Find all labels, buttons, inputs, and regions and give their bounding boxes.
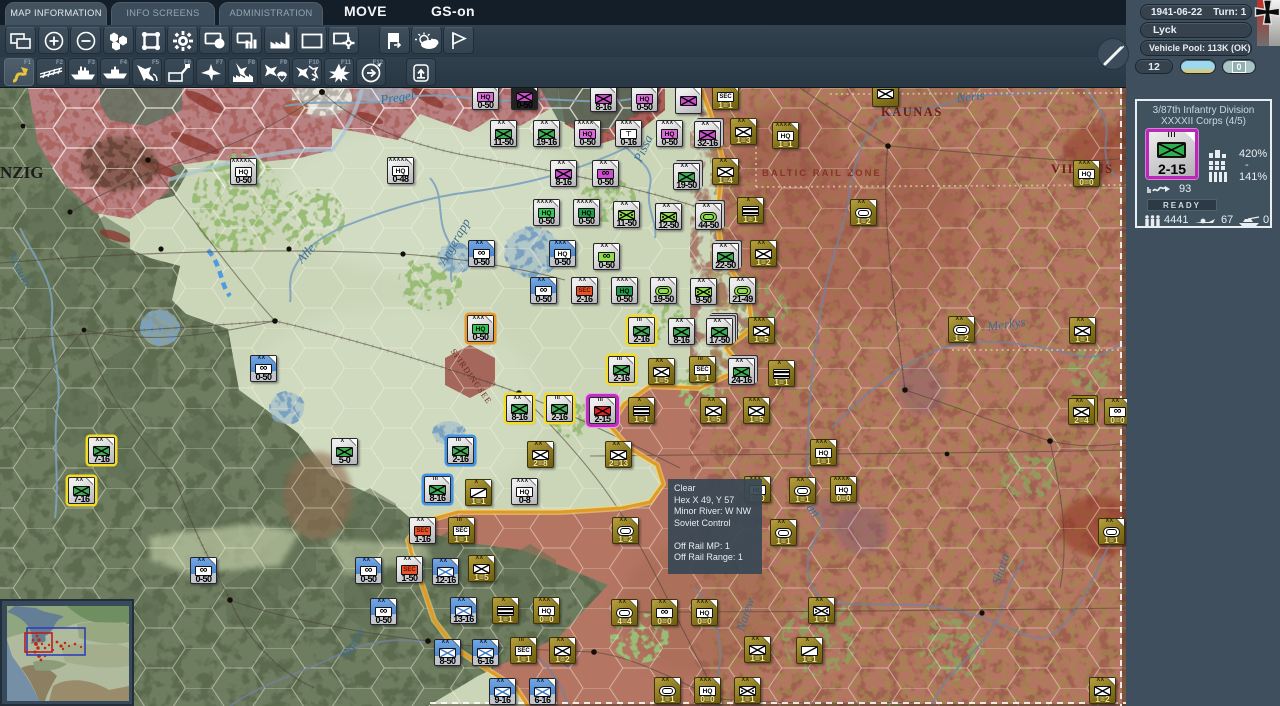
svg-text:BALTIC RAIL ZONE: BALTIC RAIL ZONE [762, 168, 882, 179]
svg-text:KAUNAS: KAUNAS [881, 105, 943, 119]
svg-text:NZIG: NZIG [0, 163, 43, 182]
svg-text:Neris: Neris [955, 88, 985, 105]
